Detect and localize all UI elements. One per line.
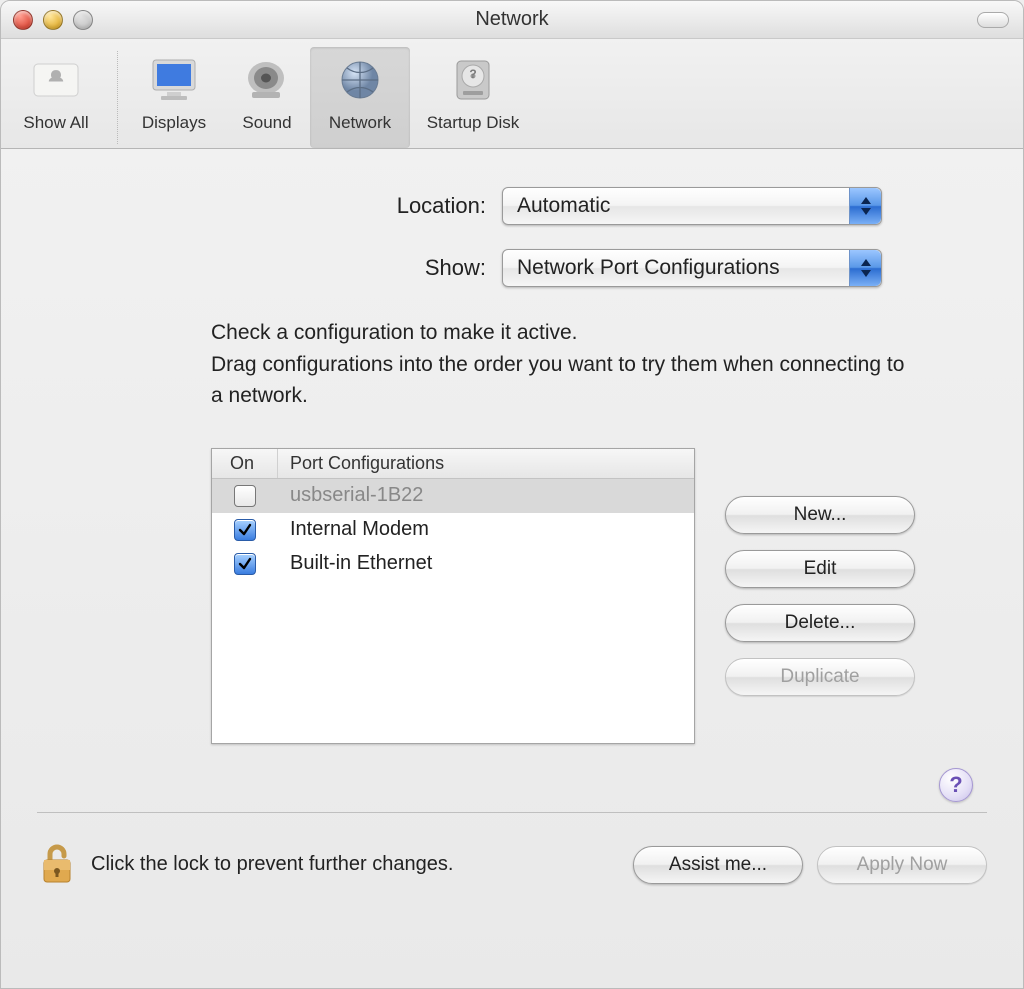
new-button[interactable]: New... <box>725 496 915 534</box>
show-all-icon <box>26 51 86 109</box>
location-row: Location: Automatic <box>41 187 983 225</box>
startup-disk-icon: ? <box>443 51 503 109</box>
location-value: Automatic <box>517 194 610 218</box>
port-name: usbserial-1B22 <box>278 484 694 507</box>
side-buttons: New... Edit Delete... Duplicate <box>725 448 915 744</box>
assist-me-button[interactable]: Assist me... <box>633 846 803 884</box>
show-row: Show: Network Port Configurations <box>41 249 983 287</box>
toolbar-toggle-button[interactable] <box>977 12 1009 28</box>
port-on-checkbox[interactable] <box>234 485 256 507</box>
show-value: Network Port Configurations <box>517 256 780 280</box>
delete-button[interactable]: Delete... <box>725 604 915 642</box>
show-popup[interactable]: Network Port Configurations <box>502 249 882 287</box>
startup-disk-button[interactable]: ? Startup Disk <box>410 47 536 148</box>
column-header-port[interactable]: Port Configurations <box>278 449 694 478</box>
lock-button[interactable] <box>37 841 77 889</box>
port-name: Built-in Ethernet <box>278 552 694 575</box>
network-preferences-window: Network Show All Displa <box>0 0 1024 989</box>
port-on-checkbox[interactable] <box>234 519 256 541</box>
help-row: ? <box>41 744 983 812</box>
apply-now-button[interactable]: Apply Now <box>817 846 987 884</box>
sound-button[interactable]: Sound <box>224 47 310 148</box>
network-icon <box>330 51 390 109</box>
list-row[interactable]: usbserial-1B22 <box>212 479 694 513</box>
help-button[interactable]: ? <box>939 768 973 802</box>
popup-arrows-icon <box>849 188 881 224</box>
list-row[interactable]: Built-in Ethernet <box>212 547 694 581</box>
zoom-window-button[interactable] <box>73 10 93 30</box>
port-name: Internal Modem <box>278 518 694 541</box>
location-popup[interactable]: Automatic <box>502 187 882 225</box>
port-configurations-list[interactable]: On Port Configurations usbserial-1B22 Int… <box>211 448 695 744</box>
window-controls <box>13 10 93 30</box>
network-button[interactable]: Network <box>310 47 410 148</box>
toolbar: Show All Displays <box>1 39 1023 149</box>
duplicate-button[interactable]: Duplicate <box>725 658 915 696</box>
minimize-window-button[interactable] <box>43 10 63 30</box>
port-on-checkbox[interactable] <box>234 553 256 575</box>
column-header-on[interactable]: On <box>212 449 278 478</box>
list-row[interactable]: Internal Modem <box>212 513 694 547</box>
displays-icon <box>144 51 204 109</box>
displays-button[interactable]: Displays <box>124 47 224 148</box>
footer: Click the lock to prevent further change… <box>1 813 1023 889</box>
svg-text:?: ? <box>469 67 476 81</box>
edit-button[interactable]: Edit <box>725 550 915 588</box>
lock-text: Click the lock to prevent further change… <box>91 853 453 876</box>
window-title: Network <box>1 8 1023 31</box>
show-all-button[interactable]: Show All <box>1 47 111 148</box>
titlebar: Network <box>1 1 1023 39</box>
list-header: On Port Configurations <box>212 449 694 479</box>
location-label: Location: <box>142 193 502 219</box>
toolbar-divider <box>117 51 118 144</box>
config-area: On Port Configurations usbserial-1B22 Int… <box>211 448 983 744</box>
instructions-text: Check a configuration to make it active.… <box>211 317 911 412</box>
popup-arrows-icon <box>849 250 881 286</box>
show-label: Show: <box>142 255 502 281</box>
pane-body: Location: Automatic Show: Network Port C… <box>1 149 1023 812</box>
close-window-button[interactable] <box>13 10 33 30</box>
sound-icon <box>237 51 297 109</box>
